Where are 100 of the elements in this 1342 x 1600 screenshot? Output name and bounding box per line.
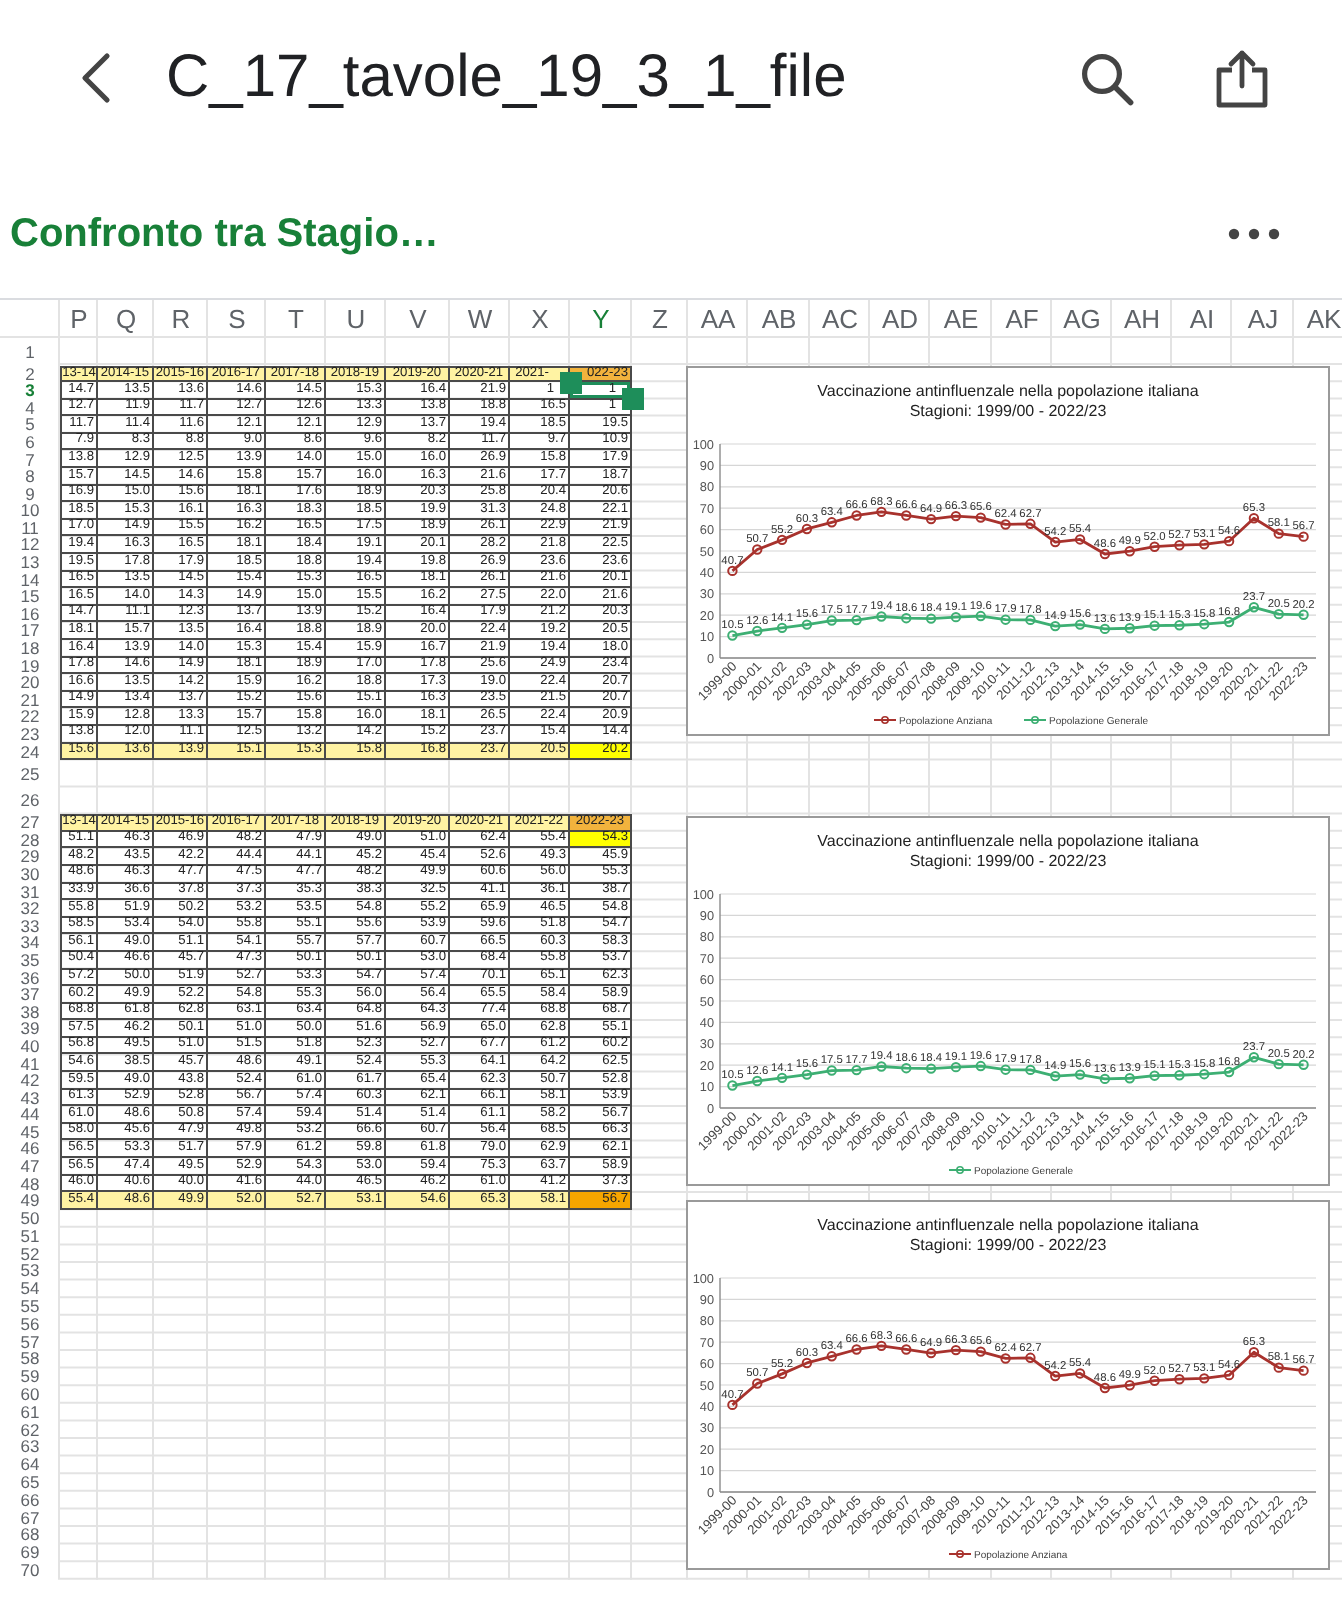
row-number[interactable]: 68 [0, 1526, 60, 1544]
row-number[interactable]: 28 [0, 831, 60, 849]
row-number[interactable]: 10 [0, 502, 60, 520]
row-number[interactable]: 46 [0, 1140, 60, 1159]
row-number[interactable]: 39 [0, 1020, 60, 1038]
row-number[interactable]: 24 [0, 743, 60, 761]
row-number[interactable]: 58 [0, 1350, 60, 1368]
row-number[interactable]: 19 [0, 657, 60, 675]
row-number[interactable]: 7 [0, 450, 60, 469]
row-number[interactable]: 50 [0, 1209, 60, 1228]
row-number[interactable]: 48 [0, 1175, 60, 1193]
row-number[interactable]: 27 [0, 814, 60, 832]
row-number[interactable]: 2 [0, 365, 60, 383]
row-number[interactable]: 36 [0, 969, 60, 987]
row-number[interactable]: 15 [0, 588, 60, 606]
row-number[interactable]: 30 [0, 865, 60, 884]
row-number[interactable]: 20 [0, 674, 60, 692]
row-number[interactable]: 8 [0, 468, 60, 486]
row-number[interactable]: 63 [0, 1438, 60, 1456]
row-number[interactable]: 44 [0, 1106, 60, 1124]
row-number[interactable]: 38 [0, 1003, 60, 1021]
row-number[interactable]: 61 [0, 1403, 60, 1421]
row-number[interactable]: 69 [0, 1543, 60, 1562]
row-number[interactable]: 25 [0, 760, 60, 788]
row-number[interactable]: 41 [0, 1054, 60, 1073]
column-letter[interactable]: P [60, 300, 98, 338]
row-number[interactable]: 5 [0, 416, 60, 434]
row-number[interactable]: 54 [0, 1280, 60, 1298]
column-letter[interactable]: V [386, 300, 450, 338]
row-number[interactable]: 65 [0, 1473, 60, 1492]
row-number[interactable]: 26 [0, 787, 60, 815]
row-number[interactable]: 14 [0, 571, 60, 589]
column-letter[interactable]: Z [632, 300, 688, 338]
column-letter[interactable]: R [154, 300, 208, 338]
point [851, 510, 862, 521]
column-letter[interactable]: AF [992, 300, 1052, 338]
chart-subtitle: Stagioni: 1999/00 - 2022/23 [909, 852, 1107, 870]
selection-handle-icon[interactable] [621, 388, 643, 411]
row-number[interactable]: 33 [0, 917, 60, 935]
row-number[interactable]: 40 [0, 1037, 60, 1055]
column-letter[interactable]: AG [1052, 300, 1112, 338]
column-letter[interactable]: Q [98, 300, 154, 338]
column-letter[interactable]: AH [1112, 300, 1172, 338]
row-number[interactable]: 12 [0, 536, 60, 555]
row-number[interactable]: 51 [0, 1227, 60, 1245]
row-number[interactable]: 3 [0, 382, 60, 400]
row-number[interactable]: 66 [0, 1491, 60, 1509]
row-number[interactable]: 32 [0, 900, 60, 918]
row-number[interactable]: 4 [0, 399, 60, 417]
row-number[interactable]: 42 [0, 1072, 60, 1090]
column-letter[interactable]: U [326, 300, 386, 338]
search-icon[interactable] [1080, 51, 1134, 105]
column-letter[interactable]: AC [810, 300, 870, 338]
row-number[interactable]: 56 [0, 1315, 60, 1333]
row-number[interactable]: 21 [0, 691, 60, 709]
column-letter[interactable]: AK [1294, 300, 1342, 338]
row-number[interactable]: 31 [0, 883, 60, 901]
row-number[interactable]: 29 [0, 848, 60, 866]
column-letter[interactable]: S [208, 300, 266, 338]
row-number[interactable]: 57 [0, 1332, 60, 1351]
row-number[interactable]: 13 [0, 554, 60, 572]
row-number[interactable]: 9 [0, 485, 60, 503]
more-icon[interactable] [1228, 228, 1280, 240]
row-number[interactable]: 35 [0, 951, 60, 969]
column-letter[interactable]: AA [688, 300, 748, 338]
back-icon[interactable] [80, 52, 112, 104]
column-letter[interactable]: AJ [1232, 300, 1294, 338]
column-letter[interactable]: W [450, 300, 510, 338]
row-number[interactable]: 52 [0, 1244, 60, 1263]
row-number[interactable]: 34 [0, 934, 60, 952]
column-letter[interactable]: AB [748, 300, 810, 338]
row-number[interactable]: 17 [0, 622, 60, 640]
column-letter[interactable]: AI [1172, 300, 1232, 338]
column-letter[interactable]: AD [870, 300, 930, 338]
row-number[interactable]: 67 [0, 1508, 60, 1527]
column-letter[interactable]: T [266, 300, 326, 338]
row-number[interactable]: 1 [0, 338, 60, 365]
row-number[interactable]: 53 [0, 1262, 60, 1280]
row-number[interactable]: 43 [0, 1089, 60, 1107]
row-number[interactable]: 70 [0, 1561, 60, 1580]
row-number[interactable]: 11 [0, 519, 60, 537]
row-number[interactable]: 60 [0, 1385, 60, 1404]
row-number[interactable]: 62 [0, 1420, 60, 1439]
row-number[interactable]: 37 [0, 986, 60, 1004]
row-number[interactable]: 45 [0, 1123, 60, 1141]
row-number[interactable]: 59 [0, 1367, 60, 1386]
row-number[interactable]: 22 [0, 708, 60, 726]
row-number[interactable]: 16 [0, 605, 60, 623]
row-number[interactable]: 55 [0, 1297, 60, 1316]
row-number[interactable]: 49 [0, 1192, 60, 1210]
sheet-tab[interactable]: Confronto tra Stagio… [10, 211, 439, 257]
row-number[interactable]: 47 [0, 1158, 60, 1176]
row-number[interactable]: 64 [0, 1455, 60, 1474]
column-letter[interactable]: X [510, 300, 570, 338]
row-number[interactable]: 6 [0, 433, 60, 451]
row-number[interactable]: 23 [0, 725, 60, 744]
column-letter[interactable]: AE [930, 300, 992, 338]
column-letter[interactable]: Y [570, 300, 632, 338]
share-icon[interactable] [1214, 48, 1270, 108]
row-number[interactable]: 18 [0, 640, 60, 658]
